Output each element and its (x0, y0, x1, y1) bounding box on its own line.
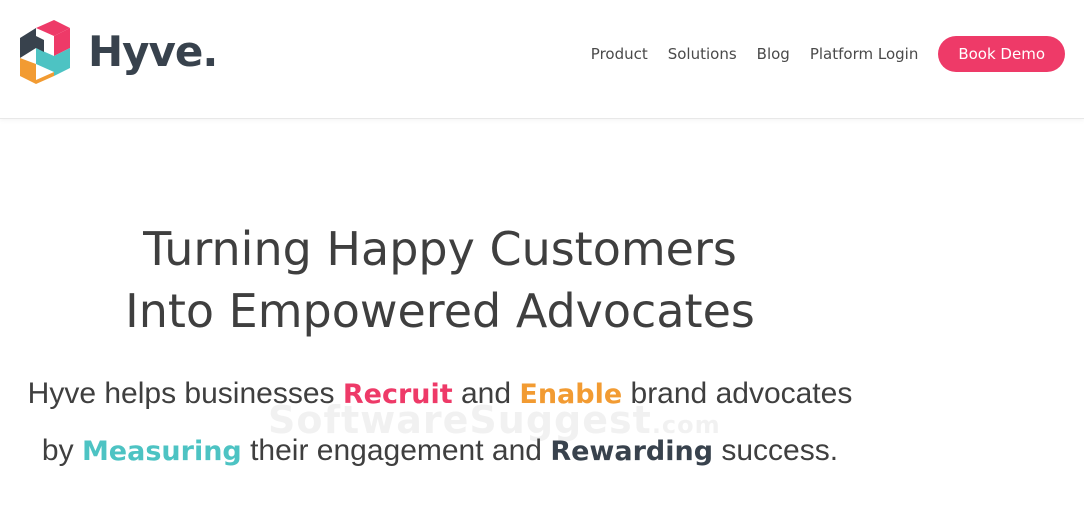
book-demo-button[interactable]: Book Demo (938, 36, 1065, 72)
hero-sub-text: their engagement and (241, 434, 551, 467)
hero-sub-text: brand advocates (622, 377, 853, 410)
hero-sub-text: Hyve helps businesses (27, 377, 343, 410)
logo-wordmark: Hyve. (88, 27, 218, 76)
nav-blog[interactable]: Blog (757, 45, 790, 63)
page: Hyve. Product Solutions Blog Platform Lo… (0, 0, 1084, 530)
hero-sub-text: and (452, 377, 520, 410)
nav-platform-login[interactable]: Platform Login (810, 45, 919, 63)
site-header: Hyve. Product Solutions Blog Platform Lo… (0, 0, 1084, 119)
hero-title-line-2: Into Empowered Advocates (125, 284, 755, 338)
keyword-recruit: Recruit (342, 379, 453, 410)
hero-section: Turning Happy Customers Into Empowered A… (0, 218, 880, 342)
hero-sub-text: success. (713, 434, 839, 467)
keyword-rewarding: Rewarding (550, 436, 714, 467)
hyve-logo-icon (20, 20, 70, 84)
main-nav: Product Solutions Blog Platform Login Bo… (591, 36, 1065, 72)
nav-solutions[interactable]: Solutions (668, 45, 737, 63)
hero-subtitle: Hyve helps businesses Recruit and Enable… (0, 366, 880, 480)
hero-title-line-1: Turning Happy Customers (143, 222, 737, 276)
logo[interactable]: Hyve. (14, 18, 218, 90)
hero-title: Turning Happy Customers Into Empowered A… (0, 218, 880, 342)
nav-product[interactable]: Product (591, 45, 648, 63)
hero-sub-text: by (41, 434, 82, 467)
keyword-measuring: Measuring (81, 436, 242, 467)
keyword-enable: Enable (519, 379, 623, 410)
